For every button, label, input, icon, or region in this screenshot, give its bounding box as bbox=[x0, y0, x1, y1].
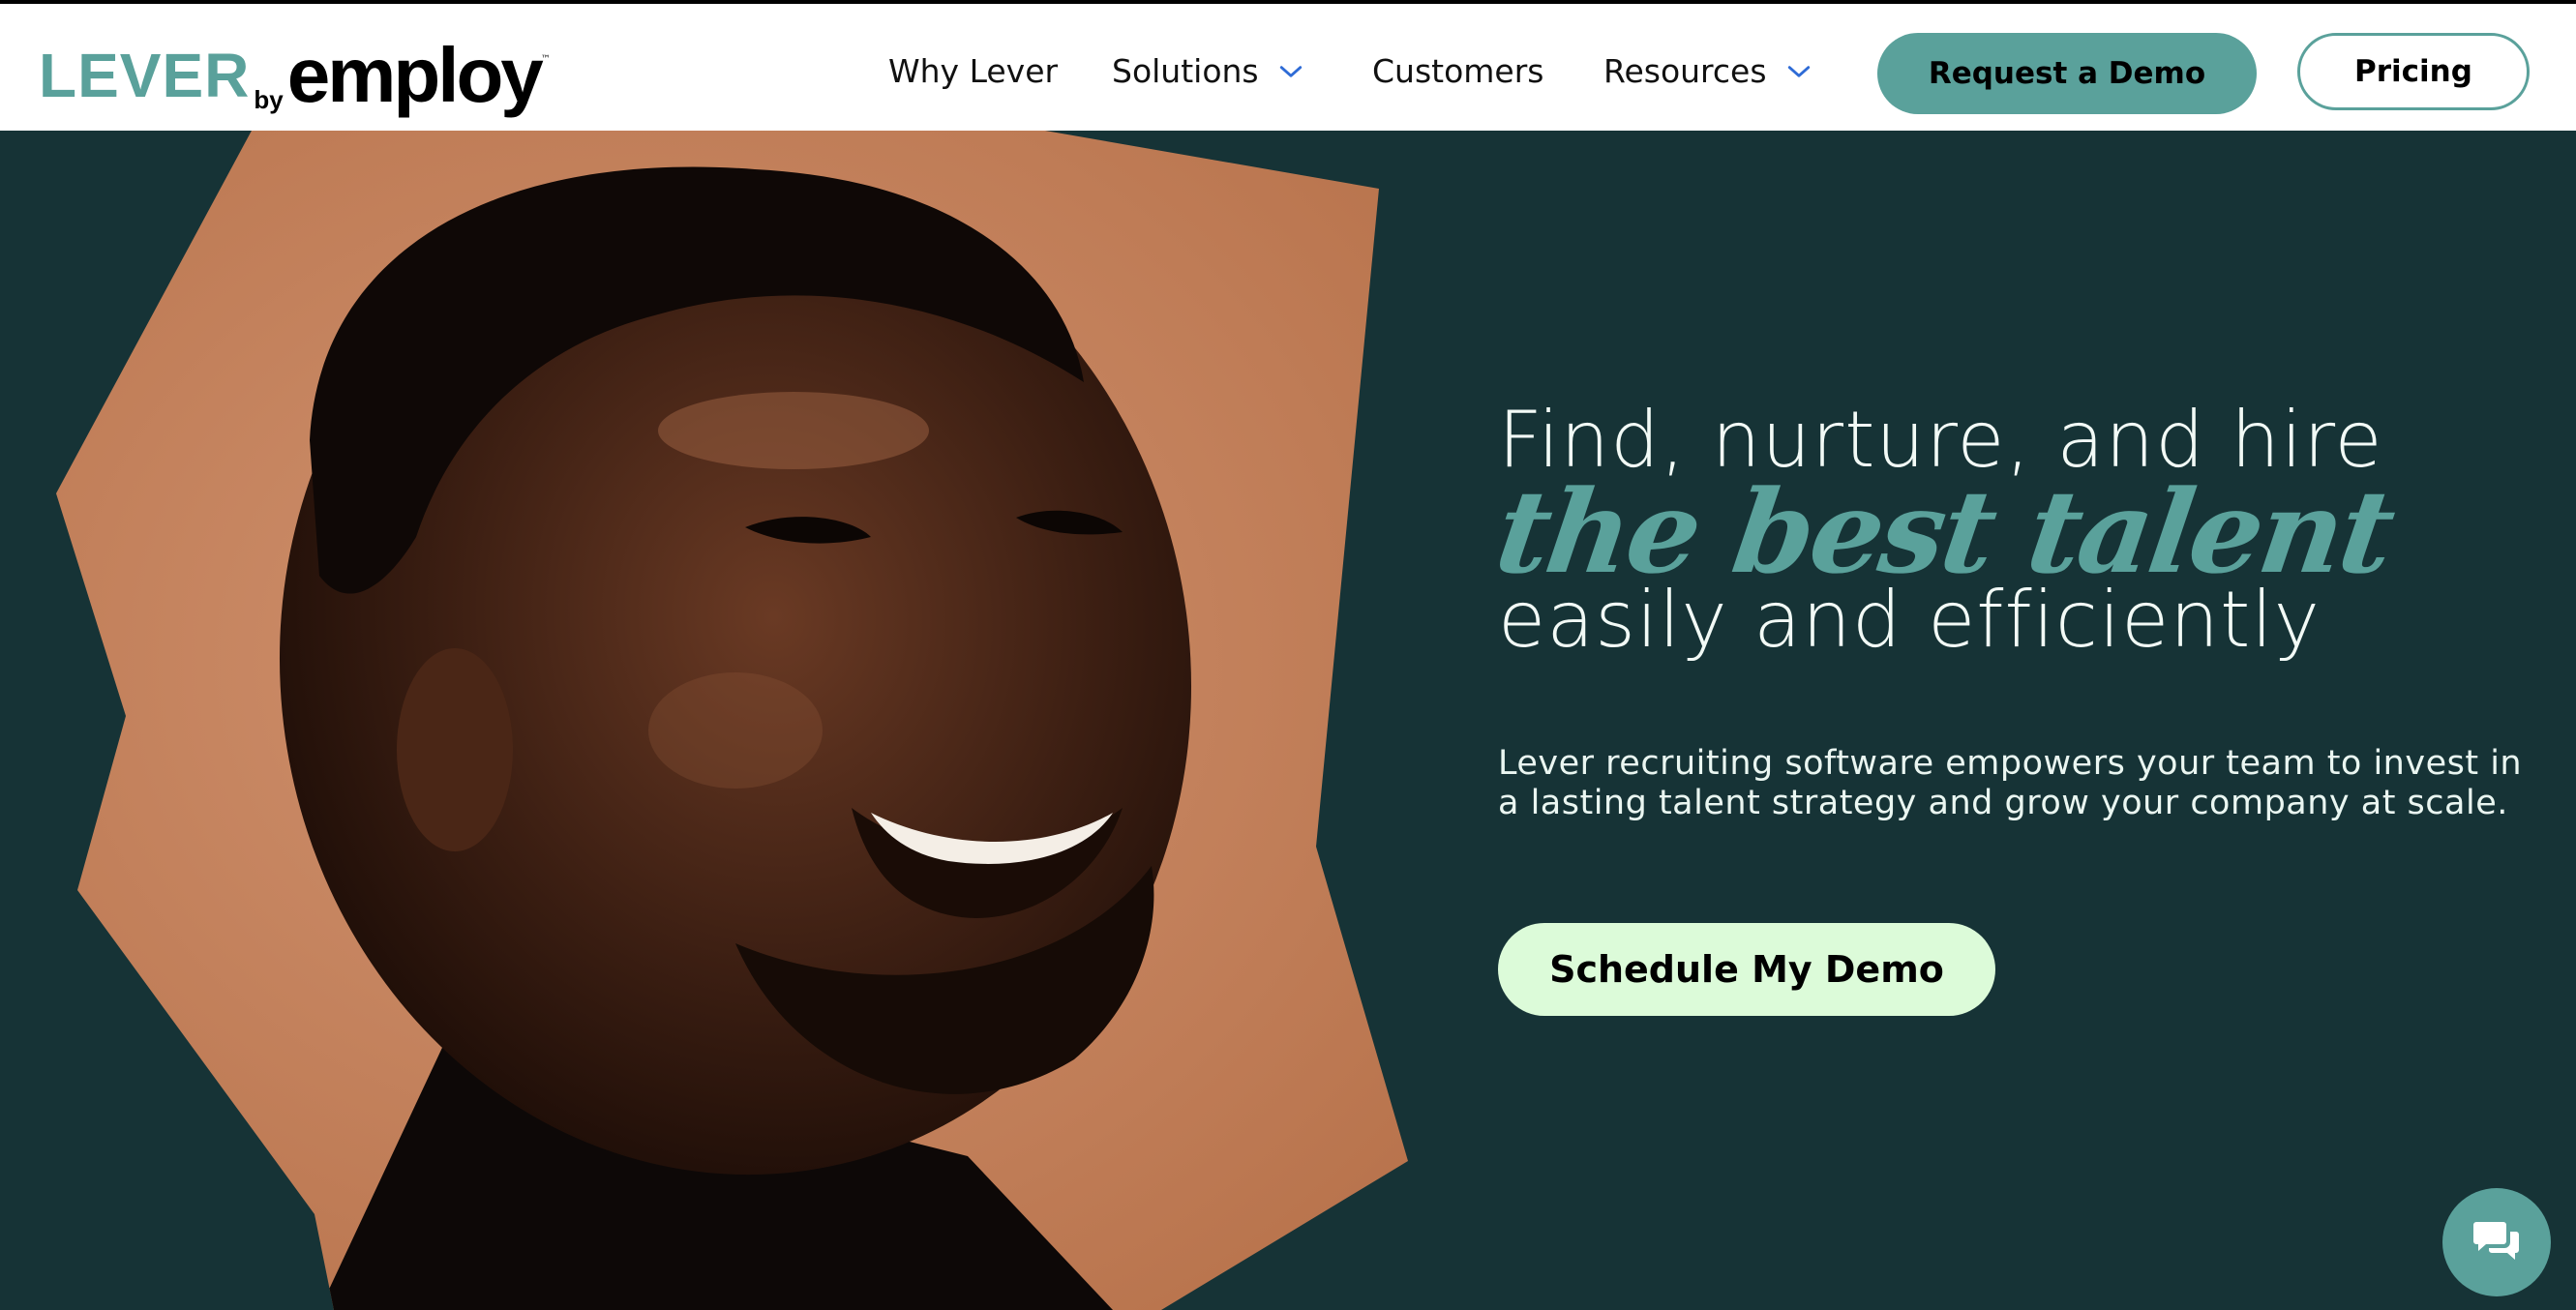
nav-solutions-label: Solutions bbox=[1112, 52, 1259, 90]
nav-resources[interactable]: Resources bbox=[1603, 52, 1812, 90]
logo-trademark: ™ bbox=[540, 54, 551, 65]
nav-resources-label: Resources bbox=[1603, 52, 1767, 90]
logo-by-text: by bbox=[254, 85, 284, 114]
logo-employ-text: employ bbox=[286, 32, 544, 118]
pricing-button[interactable]: Pricing bbox=[2297, 33, 2530, 110]
chevron-down-icon bbox=[1787, 65, 1810, 77]
hero-portrait-image bbox=[56, 131, 1408, 1310]
lever-employ-logo[interactable]: LEVER by employ ™ bbox=[39, 31, 551, 118]
schedule-demo-button[interactable]: Schedule My Demo bbox=[1498, 923, 1995, 1016]
site-header: LEVER by employ ™ Why Lever Solutions Cu… bbox=[0, 4, 2576, 131]
chat-launcher-button[interactable] bbox=[2442, 1188, 2551, 1296]
hero-subtext: Lever recruiting software empowers your … bbox=[1498, 744, 2523, 822]
nav-customers[interactable]: Customers bbox=[1372, 52, 1544, 90]
hero-headline: Find, nurture, and hire the best talent … bbox=[1488, 400, 2543, 661]
logo-lever-text: LEVER bbox=[39, 41, 251, 110]
headline-accent: the best talent bbox=[1488, 464, 2401, 599]
hero-section: Find, nurture, and hire the best talent … bbox=[0, 131, 2576, 1310]
nav-customers-label: Customers bbox=[1372, 52, 1544, 90]
nav-why-lever[interactable]: Why Lever bbox=[888, 52, 1058, 90]
request-demo-button[interactable]: Request a Demo bbox=[1877, 33, 2257, 114]
chevron-down-icon bbox=[1279, 65, 1302, 77]
chat-bubbles-icon bbox=[2473, 1222, 2519, 1260]
nav-why-lever-label: Why Lever bbox=[888, 52, 1059, 90]
nav-solutions[interactable]: Solutions bbox=[1112, 52, 1303, 90]
